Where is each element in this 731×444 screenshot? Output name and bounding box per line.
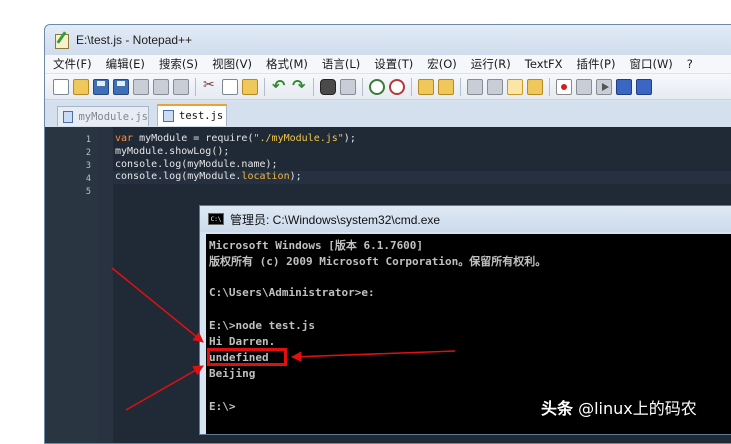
arrow-lower-left	[125, 365, 204, 411]
watermark-brand: 头条	[541, 399, 574, 418]
arrow-upper-left	[111, 267, 204, 343]
arrow-right	[290, 350, 456, 362]
annotation-arrows	[111, 267, 456, 411]
watermark: 头条 @linux上的码农	[541, 395, 697, 419]
watermark-handle: @linux上的码农	[578, 399, 697, 418]
